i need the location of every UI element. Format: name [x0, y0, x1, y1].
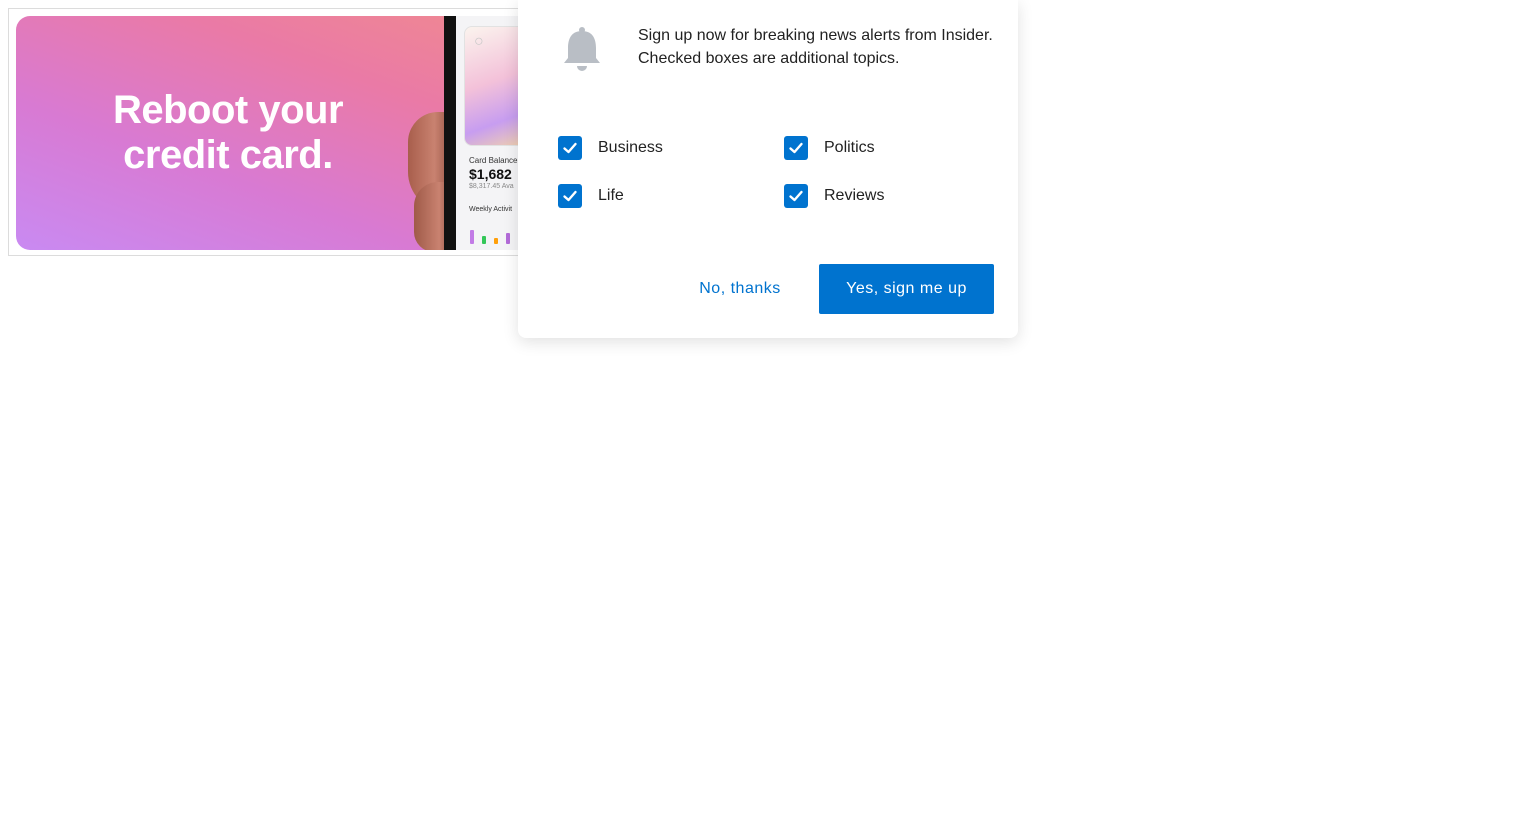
ad-headline-line1: Reboot your — [112, 88, 344, 132]
weekly-activity-label: Weekly Activit — [469, 206, 513, 213]
activity-bar — [482, 236, 486, 244]
topic-label: Politics — [824, 139, 875, 156]
news-alert-popup: Sign up now for breaking news alerts fro… — [518, 0, 1018, 338]
card-balance-label: Card Balance — [469, 156, 518, 165]
ad-headline: Reboot your credit card. — [36, 88, 420, 178]
topic-reviews[interactable]: Reviews — [784, 184, 884, 208]
checkmark-icon — [563, 190, 577, 202]
activity-bar — [494, 238, 498, 244]
topic-politics[interactable]: Politics — [784, 136, 875, 160]
reviews-checkbox[interactable] — [784, 184, 808, 208]
topic-life[interactable]: Life — [558, 184, 624, 208]
popup-message-line2: Checked boxes are additional topics. — [638, 50, 900, 67]
topic-label: Business — [598, 139, 663, 156]
ad-headline-line2: credit card. — [123, 133, 333, 177]
life-checkbox[interactable] — [558, 184, 582, 208]
activity-bar — [470, 230, 474, 244]
topic-business[interactable]: Business — [558, 136, 663, 160]
checkmark-icon — [789, 142, 803, 154]
topic-label: Life — [598, 187, 624, 204]
card-available: $8,317.45 Ava — [469, 183, 514, 190]
no-thanks-button[interactable]: No, thanks — [690, 264, 790, 314]
popup-message-line1: Sign up now for breaking news alerts fro… — [638, 27, 993, 44]
popup-message: Sign up now for breaking news alerts fro… — [638, 24, 1008, 70]
business-checkbox[interactable] — [558, 136, 582, 160]
politics-checkbox[interactable] — [784, 136, 808, 160]
activity-bar — [506, 233, 510, 244]
ad-banner[interactable]: Reboot your credit card. ○ Card Balance … — [16, 16, 536, 250]
checkmark-icon — [789, 190, 803, 202]
phone-edge — [444, 16, 456, 250]
topic-label: Reviews — [824, 187, 885, 204]
checkmark-icon — [563, 142, 577, 154]
apple-logo-icon: ○ — [474, 33, 484, 50]
card-balance-value: $1,682 — [469, 166, 512, 182]
sign-me-up-button[interactable]: Yes, sign me up — [819, 264, 994, 314]
bell-icon — [564, 27, 600, 71]
